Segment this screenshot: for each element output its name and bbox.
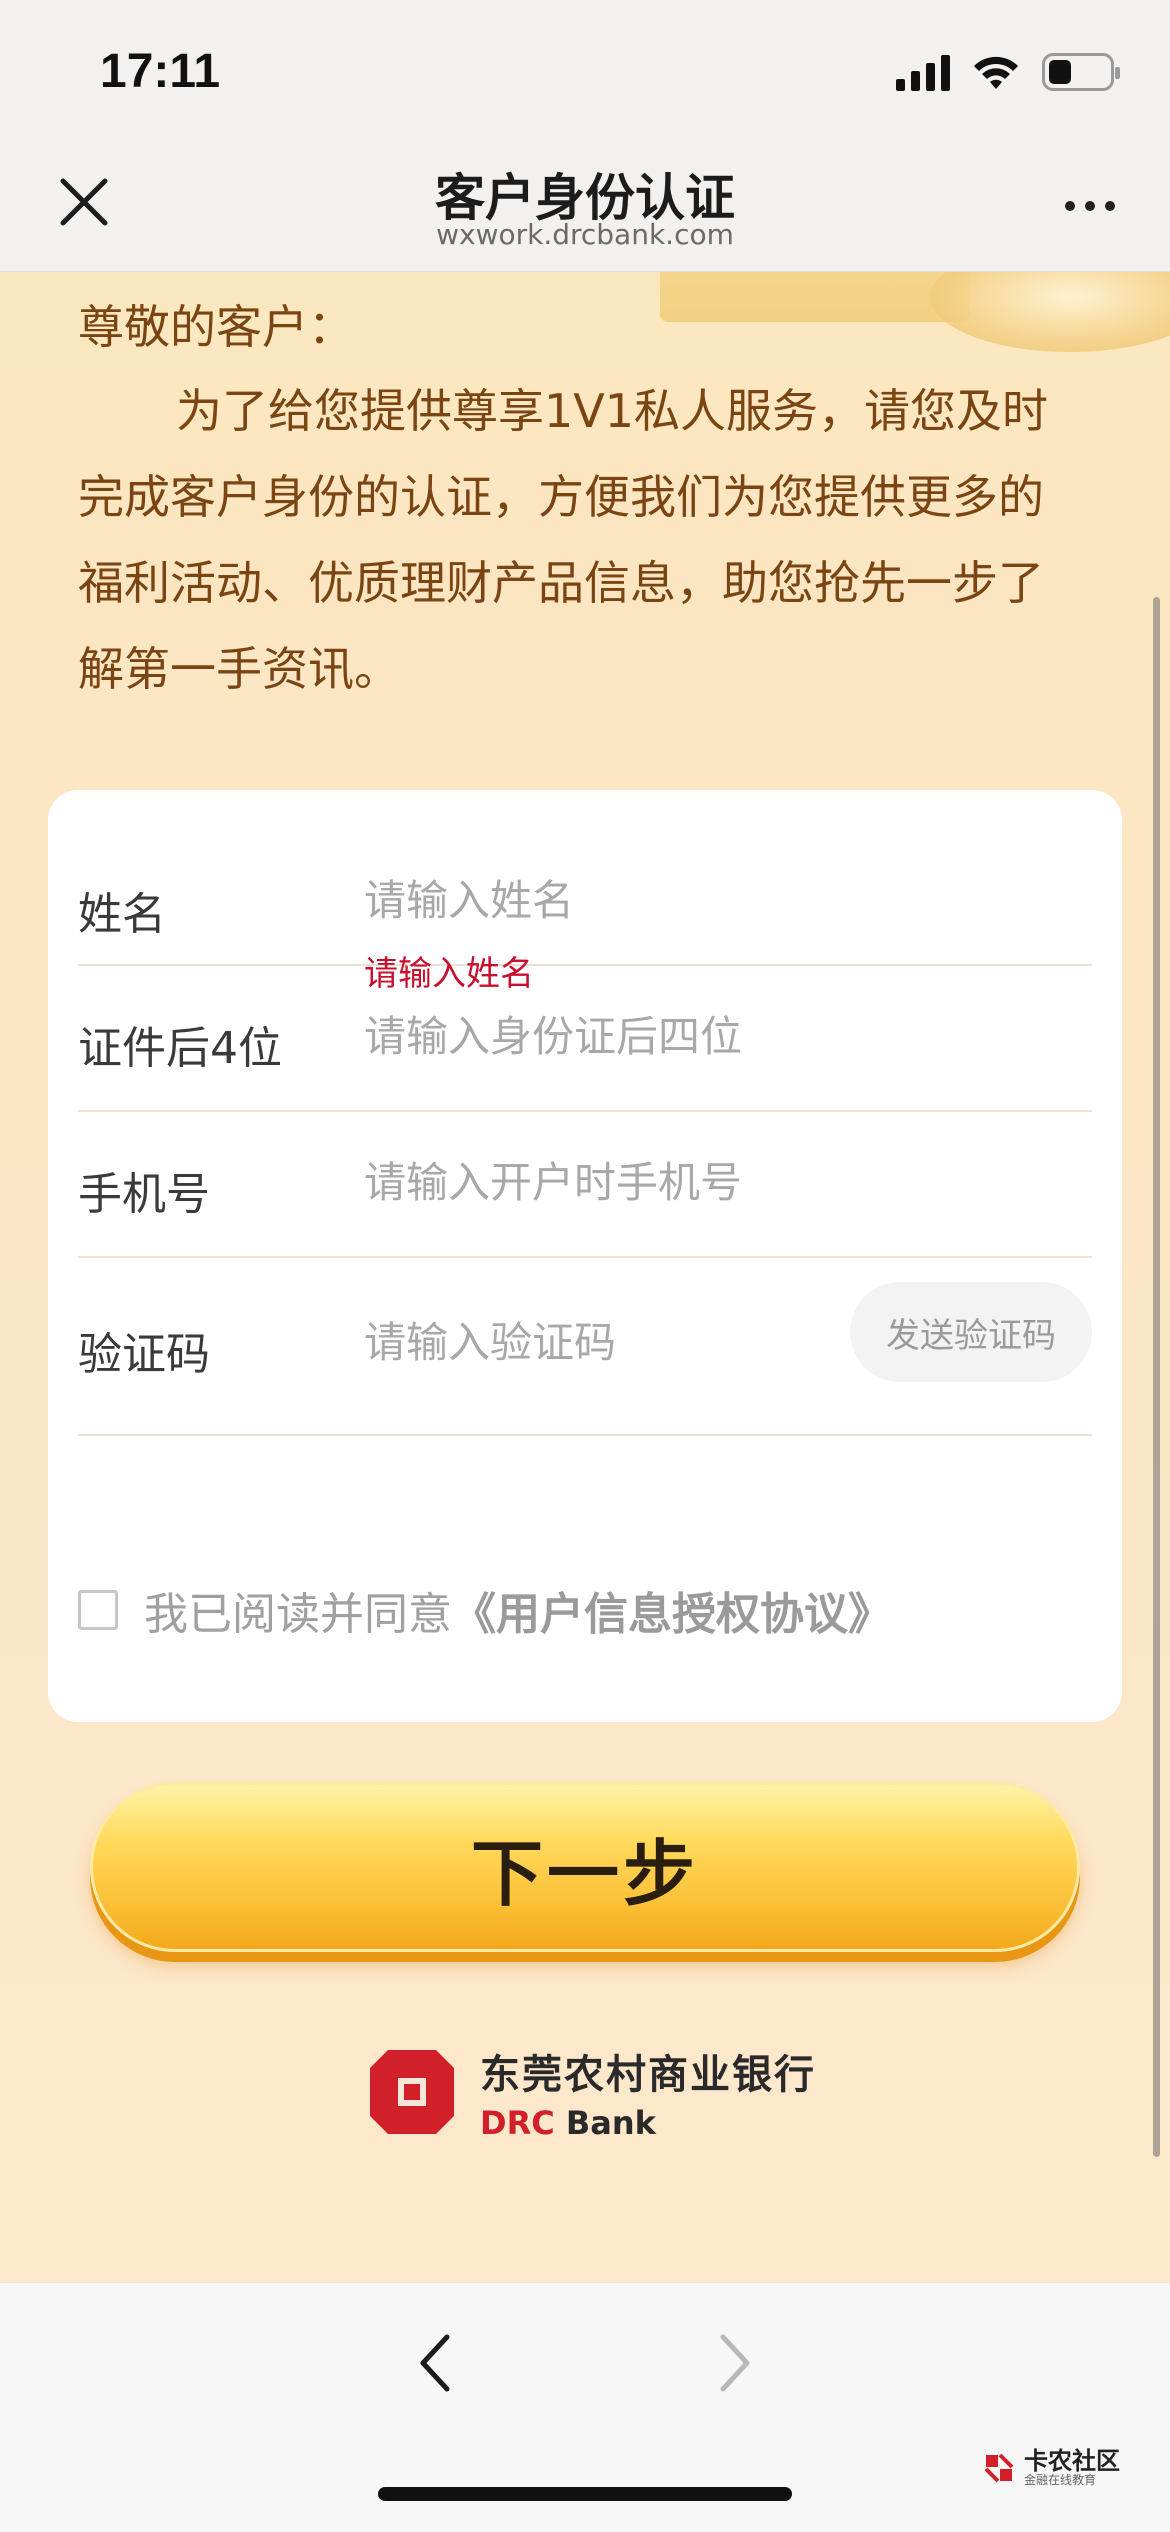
send-code-button[interactable]: 发送验证码 xyxy=(850,1282,1092,1382)
intro-paragraph: 为了给您提供尊享1V1私人服务，请您及时完成客户身份的认证，方便我们为您提供更多… xyxy=(78,384,1049,696)
code-input[interactable] xyxy=(364,1318,784,1367)
next-step-label: 下一步 xyxy=(470,1831,699,1916)
status-time: 17:11 xyxy=(100,45,221,98)
form-row-code: 验证码 发送验证码 xyxy=(78,1258,1092,1436)
bank-logo-mark xyxy=(370,2050,454,2134)
next-step-button[interactable]: 下一步 xyxy=(90,1782,1080,1952)
watermark-sub: 金融在线教育 xyxy=(1024,2473,1097,2487)
watermark: 卡农社区 金融在线教育 xyxy=(982,2449,1120,2487)
greeting-text: 尊敬的客户： xyxy=(78,300,354,354)
code-label: 验证码 xyxy=(78,1329,210,1380)
agreement-prefix: 我已阅读并同意 xyxy=(144,1589,452,1640)
phone-input[interactable] xyxy=(364,1158,824,1207)
bank-name-en: DRC Bank xyxy=(480,2104,816,2142)
scrollbar[interactable] xyxy=(1153,597,1160,2157)
decorative-coin xyxy=(930,272,1170,352)
agreement-link[interactable]: 《用户信息授权协议》 xyxy=(452,1578,892,1642)
home-indicator xyxy=(378,2487,792,2501)
cellular-signal-icon xyxy=(896,53,950,91)
form-row-name: 姓名 请输入姓名 xyxy=(78,790,1092,994)
more-dots-icon xyxy=(1065,201,1075,211)
battery-icon xyxy=(1042,53,1120,91)
bank-name-en-prefix: DRC xyxy=(480,2104,555,2142)
more-options-button[interactable] xyxy=(1050,180,1130,232)
status-icons xyxy=(896,50,1120,94)
agreement-checkbox[interactable] xyxy=(78,1590,118,1630)
top-bar: 17:11 客户身份认证 wxwork.drcbank.com xyxy=(0,0,1170,272)
page-url: wxwork.drcbank.com xyxy=(436,218,734,251)
watermark-logo-icon xyxy=(984,2453,1014,2483)
phone-label: 手机号 xyxy=(78,1169,210,1220)
auth-form-card: 姓名 请输入姓名 证件后4位 手机号 验证码 发送验证码 我已阅读并同意 《用户… xyxy=(48,790,1122,1722)
back-button[interactable] xyxy=(400,2323,470,2403)
form-row-phone: 手机号 xyxy=(78,1112,1092,1258)
browser-bottom-bar: 卡农社区 金融在线教育 xyxy=(0,2282,1170,2532)
name-input[interactable] xyxy=(364,876,824,925)
bank-name-cn: 东莞农村商业银行 xyxy=(480,2052,816,2098)
watermark-main: 卡农社区 xyxy=(1024,2447,1120,2475)
id-last4-label: 证件后4位 xyxy=(78,1023,282,1074)
id-last4-input[interactable] xyxy=(364,1012,824,1061)
bank-logo: 东莞农村商业银行 DRC Bank xyxy=(370,2042,816,2142)
forward-button[interactable] xyxy=(700,2323,770,2403)
name-label: 姓名 xyxy=(78,889,166,940)
agreement-row: 我已阅读并同意 《用户信息授权协议》 xyxy=(78,1580,892,1640)
bank-name-en-suffix: Bank xyxy=(554,2104,656,2142)
wifi-icon xyxy=(974,56,1018,89)
chevron-left-icon xyxy=(420,2334,450,2392)
page-content: 尊敬的客户： 为了给您提供尊享1V1私人服务，请您及时完成客户身份的认证，方便我… xyxy=(0,272,1170,2282)
chevron-right-icon xyxy=(720,2334,750,2392)
decorative-gift-box xyxy=(660,272,970,322)
form-row-id-last4: 证件后4位 xyxy=(78,966,1092,1112)
